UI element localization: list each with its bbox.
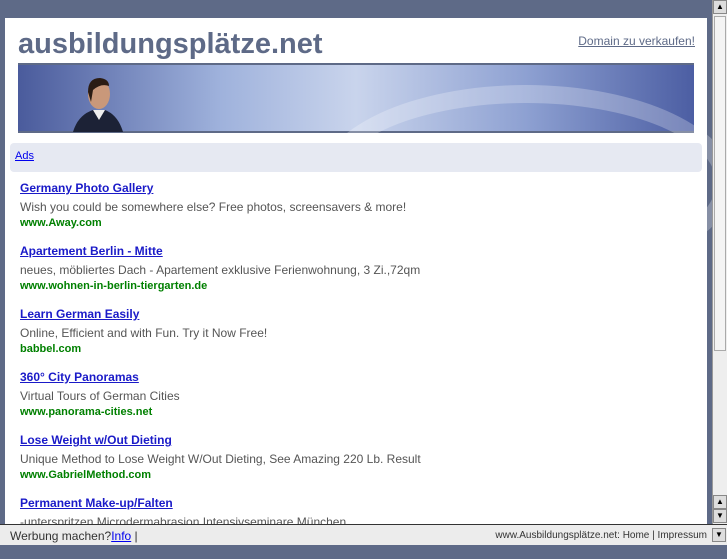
ad-description: Online, Efficient and with Fun. Try it N…	[20, 326, 268, 340]
ads-bar: Ads	[10, 143, 702, 172]
ad-description: Virtual Tours of German Cities	[20, 389, 180, 403]
ad-description: Wish you could be somewhere else? Free p…	[20, 200, 407, 214]
ad-url[interactable]: babbel.com	[20, 343, 421, 355]
ad-description: neues, möbliertes Dach - Apartement exkl…	[20, 263, 421, 277]
scroll-thumb[interactable]	[714, 16, 726, 351]
scroll-up-icon[interactable]: ▲	[713, 495, 727, 509]
ad-description: Unique Method to Lose Weight W/Out Dieti…	[20, 452, 421, 466]
ad-title[interactable]: Germany Photo Gallery	[20, 181, 421, 195]
ad-title[interactable]: Apartement Berlin - Mitte	[20, 244, 421, 258]
ad-item: 360° City Panoramas Virtual Tours of Germ…	[20, 370, 421, 433]
ad-url[interactable]: www.GabrielMethod.com	[20, 469, 421, 481]
site-name: www.Ausbildungsplätze.net:	[495, 530, 620, 541]
ad-url[interactable]: www.wohnen-in-berlin-tiergarten.de	[20, 280, 421, 292]
ad-title[interactable]: Permanent Make-up/Falten	[20, 496, 421, 510]
scroll-up-icon[interactable]: ▲	[713, 0, 727, 14]
separator: |	[652, 530, 655, 541]
ad-url[interactable]: www.panorama-cities.net	[20, 406, 421, 418]
page: ausbildungsplätze.net Domain zu verkaufe…	[5, 18, 727, 545]
ad-url[interactable]: www.Away.com	[20, 217, 421, 229]
ad-title[interactable]: 360° City Panoramas	[20, 370, 421, 384]
ad-title[interactable]: Learn German Easily	[20, 307, 421, 321]
ads-link[interactable]: Ads	[15, 150, 34, 162]
info-link[interactable]: Info	[111, 529, 131, 543]
ad-item: Apartement Berlin - Mitte neues, möbliert…	[20, 244, 421, 307]
footer-bar: Werbung machen?Info | www.Ausbildungsplä…	[0, 524, 727, 545]
impressum-link[interactable]: Impressum	[658, 530, 707, 541]
advertise-text: Werbung machen?	[10, 529, 112, 543]
ad-item: Germany Photo Gallery Wish you could be s…	[20, 181, 421, 244]
businessman-image	[73, 78, 123, 132]
home-link[interactable]: Home	[623, 530, 650, 541]
ad-item: Learn German Easily Online, Efficient and…	[20, 307, 421, 370]
scroll-down-icon[interactable]: ▼	[712, 528, 726, 542]
domain-sale-link[interactable]: Domain zu verkaufen!	[578, 34, 695, 48]
page-scrollbar[interactable]: ▲ ▲ ▼	[712, 0, 727, 525]
ad-list: Germany Photo Gallery Wish you could be s…	[20, 181, 421, 559]
scroll-down-icon[interactable]: ▼	[713, 509, 727, 523]
separator: |	[134, 529, 138, 543]
ad-title[interactable]: Lose Weight w/Out Dieting	[20, 433, 421, 447]
site-logo: ausbildungsplätze.net	[18, 28, 323, 60]
header-banner	[18, 63, 727, 281]
ad-item: Lose Weight w/Out Dieting Unique Method t…	[20, 433, 421, 496]
